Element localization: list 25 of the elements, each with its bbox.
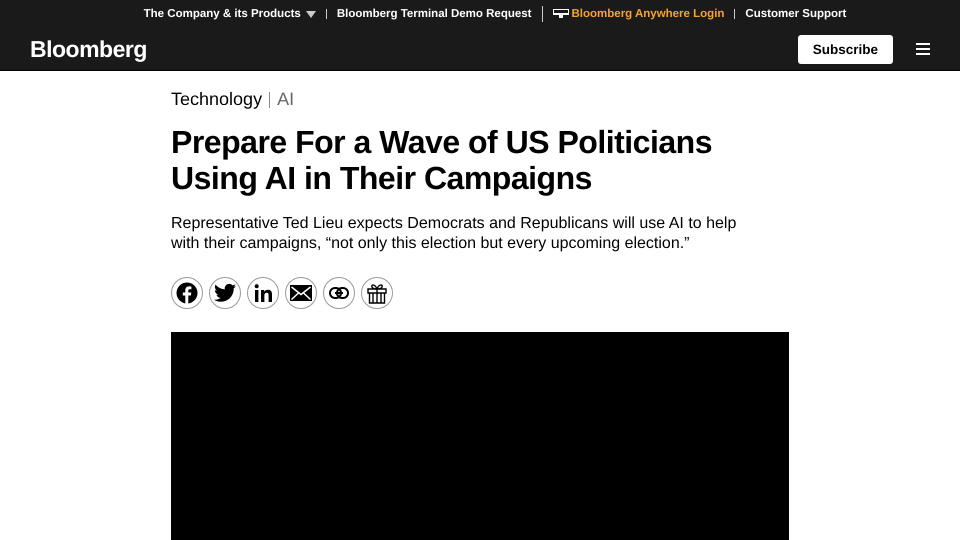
- gift-button[interactable]: [361, 277, 393, 309]
- envelope-icon: [290, 285, 312, 301]
- top-nav-link[interactable]: Customer Support: [745, 8, 846, 20]
- linkedin-share-button[interactable]: [247, 277, 279, 309]
- bird-icon: [214, 283, 236, 303]
- subcategory-link[interactable]: AI: [277, 89, 294, 110]
- gift-icon: [366, 282, 388, 304]
- headline: Prepare For a Wave of US Politicians Using AI in Their Campaigns: [171, 124, 713, 196]
- top-nav-link[interactable]: Bloomberg Anywhere Login: [552, 8, 724, 20]
- linkedin-icon: [254, 284, 272, 302]
- link-icon: [329, 287, 349, 299]
- article-summary: Representative Ted Lieu expects Democrats and Republicans will use AI to help with their campaigns, “not only this election but every upcoming election.”: [171, 214, 738, 254]
- caret-icon: [306, 10, 316, 18]
- monitor-icon: [552, 9, 568, 19]
- facebook-icon: [176, 282, 198, 304]
- category-link[interactable]: Technology: [171, 89, 262, 110]
- facebook-share-button[interactable]: [171, 277, 203, 309]
- logo[interactable]: Bloomberg: [30, 36, 147, 62]
- copy-link-button[interactable]: [323, 277, 355, 309]
- subscribe-button[interactable]: Subscribe: [798, 34, 893, 64]
- top-nav-link[interactable]: The Company & its Products: [144, 8, 316, 20]
- top-nav-link[interactable]: Bloomberg Terminal Demo Request: [336, 8, 532, 20]
- email-share-button[interactable]: [285, 277, 317, 309]
- twitter-share-button[interactable]: [209, 277, 241, 309]
- menu-icon[interactable]: [916, 43, 930, 55]
